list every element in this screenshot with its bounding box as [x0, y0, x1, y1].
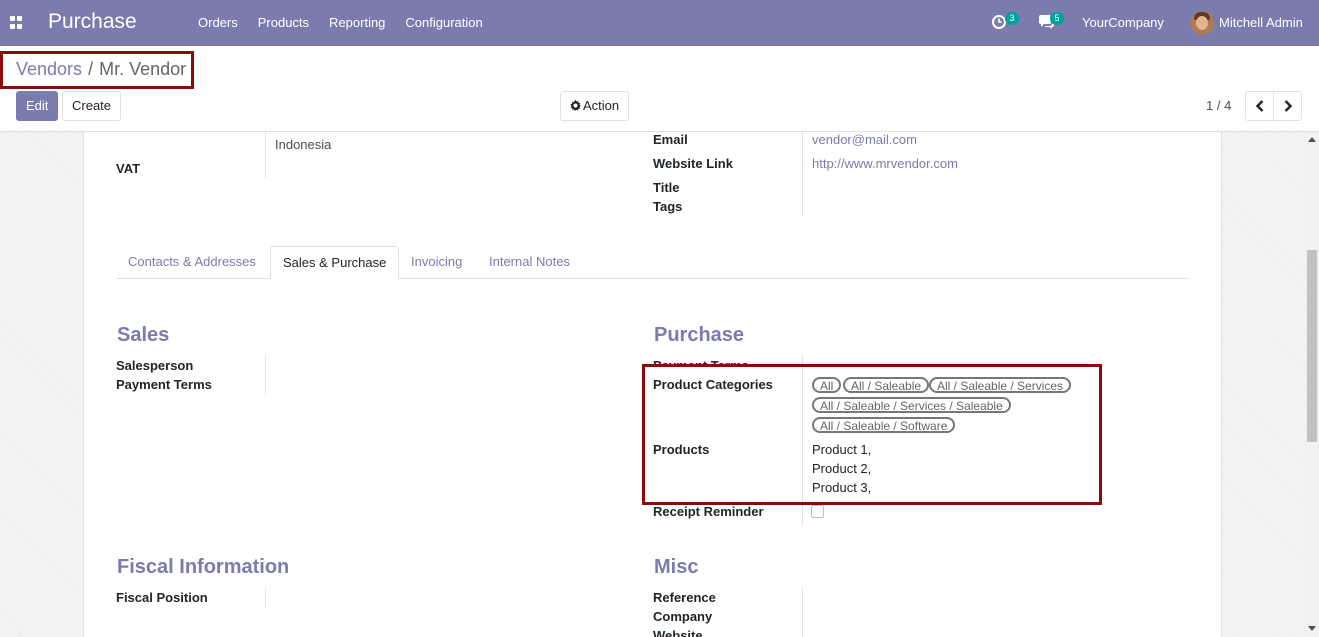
chevron-right-icon	[1284, 100, 1292, 112]
sales-section-title: Sales	[117, 324, 170, 346]
field-divider	[265, 355, 266, 395]
main-menu: Orders Products Reporting Configuration	[188, 0, 493, 46]
misc-section-title: Misc	[654, 556, 699, 578]
pager-previous-button[interactable]	[1245, 91, 1274, 121]
tab-invoicing[interactable]: Invoicing	[399, 246, 474, 279]
tab-sales-purchase[interactable]: Sales & Purchase	[270, 246, 400, 279]
purchase-section-title: Purchase	[654, 324, 745, 346]
notebook-tabs: Contacts & Addresses Sales & Purchase In…	[116, 246, 1189, 279]
chevron-left-icon	[1255, 100, 1263, 112]
vertical-scrollbar[interactable]	[1305, 132, 1319, 637]
misc-website-label: Website	[653, 628, 703, 637]
top-navbar: Purchase Orders Products Reporting Confi…	[0, 0, 1319, 46]
vat-label: VAT	[116, 161, 141, 176]
action-button-label: Action	[583, 98, 620, 113]
field-divider	[265, 588, 266, 608]
app-title[interactable]: Purchase	[48, 10, 137, 34]
pager-counter[interactable]: 1 / 4	[1206, 98, 1231, 113]
menu-item-configuration[interactable]: Configuration	[395, 0, 492, 46]
email-value[interactable]: vendor@mail.com	[812, 132, 917, 147]
title-label: Title	[653, 180, 680, 195]
scroll-down-arrow-icon[interactable]	[1308, 626, 1316, 631]
menu-item-products[interactable]: Products	[248, 0, 319, 46]
create-button[interactable]: Create	[62, 91, 122, 121]
control-panel: Vendors / Mr. Vendor Edit Create Action 1 …	[0, 46, 1319, 132]
user-menu[interactable]: Mitchell Admin	[1219, 15, 1303, 30]
user-avatar[interactable]	[1190, 11, 1214, 35]
tab-contacts-addresses[interactable]: Contacts & Addresses	[116, 246, 268, 279]
menu-item-orders[interactable]: Orders	[188, 0, 248, 46]
pager-next-button[interactable]	[1273, 91, 1302, 121]
field-divider	[802, 588, 803, 637]
scrollbar-thumb[interactable]	[1307, 250, 1317, 442]
activity-count-badge: 3	[1005, 12, 1019, 25]
email-label: Email	[653, 132, 688, 147]
edit-button[interactable]: Edit	[16, 91, 59, 121]
scroll-up-arrow-icon[interactable]	[1308, 137, 1316, 142]
purchase-fields-highlight-box	[642, 364, 1102, 505]
tab-internal-notes[interactable]: Internal Notes	[477, 246, 582, 279]
receipt-reminder-label: Receipt Reminder	[653, 504, 764, 519]
fiscal-position-label: Fiscal Position	[116, 590, 208, 605]
salesperson-label: Salesperson	[116, 358, 194, 373]
breadcrumb-highlight-box	[0, 51, 194, 89]
company-switcher[interactable]: YourCompany	[1082, 15, 1164, 30]
reference-label: Reference	[653, 590, 716, 605]
field-divider	[265, 132, 266, 178]
field-divider	[802, 132, 803, 216]
apps-menu-icon[interactable]	[10, 16, 23, 29]
fiscal-information-section-title: Fiscal Information	[117, 556, 290, 578]
company-label: Company	[653, 609, 713, 624]
gear-icon	[570, 100, 581, 111]
action-button[interactable]: Action	[560, 91, 630, 121]
country-value[interactable]: Indonesia	[275, 137, 331, 152]
receipt-reminder-checkbox[interactable]	[811, 505, 824, 518]
sales-payment-terms-label: Payment Terms	[116, 377, 212, 392]
website-link-value[interactable]: http://www.mrvendor.com	[812, 156, 958, 171]
menu-item-reporting[interactable]: Reporting	[319, 0, 395, 46]
website-link-label: Website Link	[653, 156, 733, 171]
message-count-badge: 5	[1050, 12, 1064, 25]
tags-label: Tags	[653, 199, 683, 214]
